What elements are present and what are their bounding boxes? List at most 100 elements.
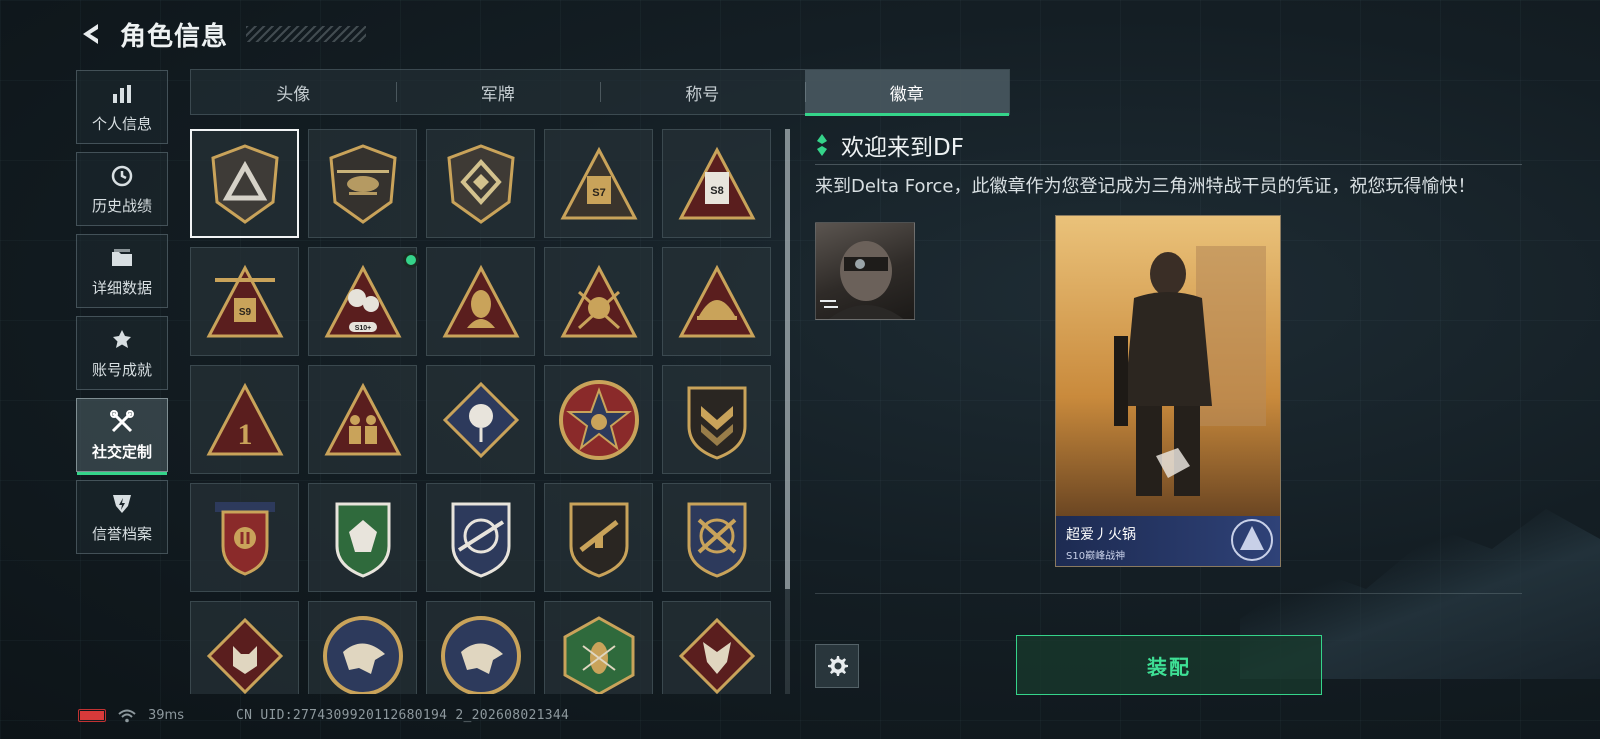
- bar-chart-icon: [109, 81, 135, 107]
- s8-label: S8: [710, 185, 723, 197]
- achievement-icon: [109, 327, 135, 353]
- s7-label: S7: [592, 187, 605, 199]
- s8-triangle-badge-icon: S8: [678, 146, 755, 219]
- settings-button[interactable]: [815, 644, 859, 688]
- badge-detail-header: 欢迎来到DF: [815, 128, 964, 162]
- equip-button-label: 装配: [1147, 654, 1191, 679]
- tab-dogtag[interactable]: 军牌: [395, 70, 601, 114]
- badge-cell[interactable]: S7: [544, 129, 653, 238]
- ping-value: 39ms: [148, 708, 184, 723]
- diamond-marker-icon: [817, 134, 827, 156]
- badge-cell[interactable]: [544, 247, 653, 356]
- badge-cell[interactable]: [662, 601, 771, 694]
- back-button[interactable]: [76, 19, 106, 49]
- badge-cell[interactable]: [426, 601, 535, 694]
- clock-icon: [109, 163, 135, 189]
- page-header: 角色信息: [76, 14, 367, 54]
- tools-icon: [109, 409, 135, 435]
- badge-cell[interactable]: S9: [190, 247, 299, 356]
- tab-bar: 头像 军牌 称号 徽章: [190, 69, 1010, 116]
- tab-badge[interactable]: 徽章: [804, 70, 1009, 116]
- sidebar-item-label: 社交定制: [91, 442, 152, 461]
- page-title: 角色信息: [120, 21, 229, 52]
- wasp-hexagon-badge-icon: [563, 615, 634, 694]
- badge-cell[interactable]: [662, 365, 771, 474]
- sidebar-item-label: 历史战绩: [91, 196, 152, 215]
- badge-name: 欢迎来到DF: [841, 135, 964, 161]
- back-arrow-icon: [83, 24, 98, 44]
- badge-cell[interactable]: [662, 483, 771, 592]
- sidebar-item-personal-info[interactable]: 个人信息: [76, 70, 168, 144]
- wolf-diamond-badge-icon: [206, 617, 283, 694]
- sidebar-item-label: 账号成就: [91, 360, 152, 379]
- sidebar-item-detailed-data[interactable]: 详细数据: [76, 234, 168, 308]
- player-avatar[interactable]: [815, 222, 915, 320]
- badge-cell[interactable]: S8: [662, 129, 771, 238]
- status-bar: 39ms CN UID:2774309920112680194 2_202608…: [78, 708, 569, 723]
- badge-cell[interactable]: [190, 601, 299, 694]
- s9-label: S9: [238, 307, 251, 318]
- badge-cell[interactable]: [308, 365, 417, 474]
- tab-avatar[interactable]: 头像: [191, 70, 396, 114]
- badge-cell[interactable]: [308, 601, 417, 694]
- helmet-badge-icon: [678, 264, 755, 337]
- badge-cell[interactable]: 1: [190, 365, 299, 474]
- eagle-circle-badge-icon: [322, 615, 403, 694]
- triangle-emblem-badge-icon: [210, 143, 279, 224]
- badge-grid-scrollbar[interactable]: [785, 129, 790, 694]
- badge-cell[interactable]: [190, 129, 299, 238]
- sidebar: 个人信息 历史战绩 详细数据 账号成就 社交定制 信誉档案: [76, 70, 168, 562]
- sidebar-item-label: 个人信息: [91, 114, 152, 133]
- user-uid: CN UID:2774309920112680194 2_20260802134…: [235, 708, 570, 723]
- star-circle-badge-icon: [558, 379, 639, 460]
- laurel-shield-badge-icon: [214, 501, 275, 576]
- badge-grid-container: S7 S8 S9 S10+ 1: [190, 129, 780, 694]
- s10-label: S10+: [354, 325, 371, 332]
- badge-cell[interactable]: [426, 129, 535, 238]
- soldiers-badge-icon: [324, 382, 401, 455]
- badge-cell[interactable]: [544, 365, 653, 474]
- badge-cell[interactable]: [308, 483, 417, 592]
- badge-cell[interactable]: S10+: [308, 247, 419, 356]
- equip-button[interactable]: 装配: [1016, 635, 1322, 695]
- badge-description: 来到Delta Force，此徽章作为您登记成为三角洲特战干员的凭证，祝您玩得愉…: [815, 176, 1476, 197]
- gear-icon: [828, 656, 848, 676]
- skull-blades-badge-icon: [560, 264, 637, 337]
- sidebar-item-achievements[interactable]: 账号成就: [76, 316, 168, 390]
- wifi-icon: [118, 709, 136, 722]
- crossed-guns-badge-icon: [687, 502, 746, 578]
- badge-cell[interactable]: [426, 483, 535, 592]
- mask-figure-badge-icon: [442, 264, 519, 337]
- badge-cell[interactable]: [308, 129, 417, 238]
- s9-triangle-badge-icon: S9: [206, 264, 283, 337]
- sidebar-item-label: 详细数据: [91, 278, 152, 297]
- tab-title[interactable]: 称号: [600, 70, 805, 114]
- title-decoration: [246, 26, 367, 42]
- s10-triangle-badge-icon: S10+: [324, 264, 401, 337]
- crosshair-rifle-badge-icon: [451, 502, 510, 578]
- helicopter-badge-icon: [328, 143, 397, 224]
- badge-cell[interactable]: [544, 601, 653, 694]
- avatar-portrait: [820, 241, 904, 319]
- eagle-circle-badge-2-icon: [440, 615, 521, 694]
- folder-icon: [109, 245, 135, 271]
- sidebar-item-label: 信誉档案: [91, 524, 152, 543]
- player-card[interactable]: 超爱丿火锅 S10巅峰战神: [1055, 215, 1281, 567]
- detail-divider: [815, 164, 1522, 165]
- panel-divider: [815, 593, 1522, 594]
- badge-cell[interactable]: [190, 483, 299, 592]
- dragon-diamond-badge-icon: [678, 617, 755, 694]
- badge-cell[interactable]: [662, 247, 771, 356]
- sidebar-item-history[interactable]: 历史战绩: [76, 152, 168, 226]
- number-one-badge-icon: 1: [206, 382, 283, 455]
- operator-portrait: [1056, 216, 1280, 518]
- scrollbar-thumb[interactable]: [785, 129, 790, 589]
- chevron-shield-badge-icon: [687, 386, 746, 460]
- sidebar-item-social-custom[interactable]: 社交定制: [76, 398, 168, 475]
- green-gem-badge-icon: [335, 502, 390, 578]
- badge-cell[interactable]: [544, 483, 653, 592]
- badge-cell[interactable]: [426, 247, 535, 356]
- badge-cell[interactable]: [426, 365, 535, 474]
- sidebar-item-credit[interactable]: 信誉档案: [76, 480, 168, 554]
- s7-triangle-badge-icon: S7: [560, 146, 637, 219]
